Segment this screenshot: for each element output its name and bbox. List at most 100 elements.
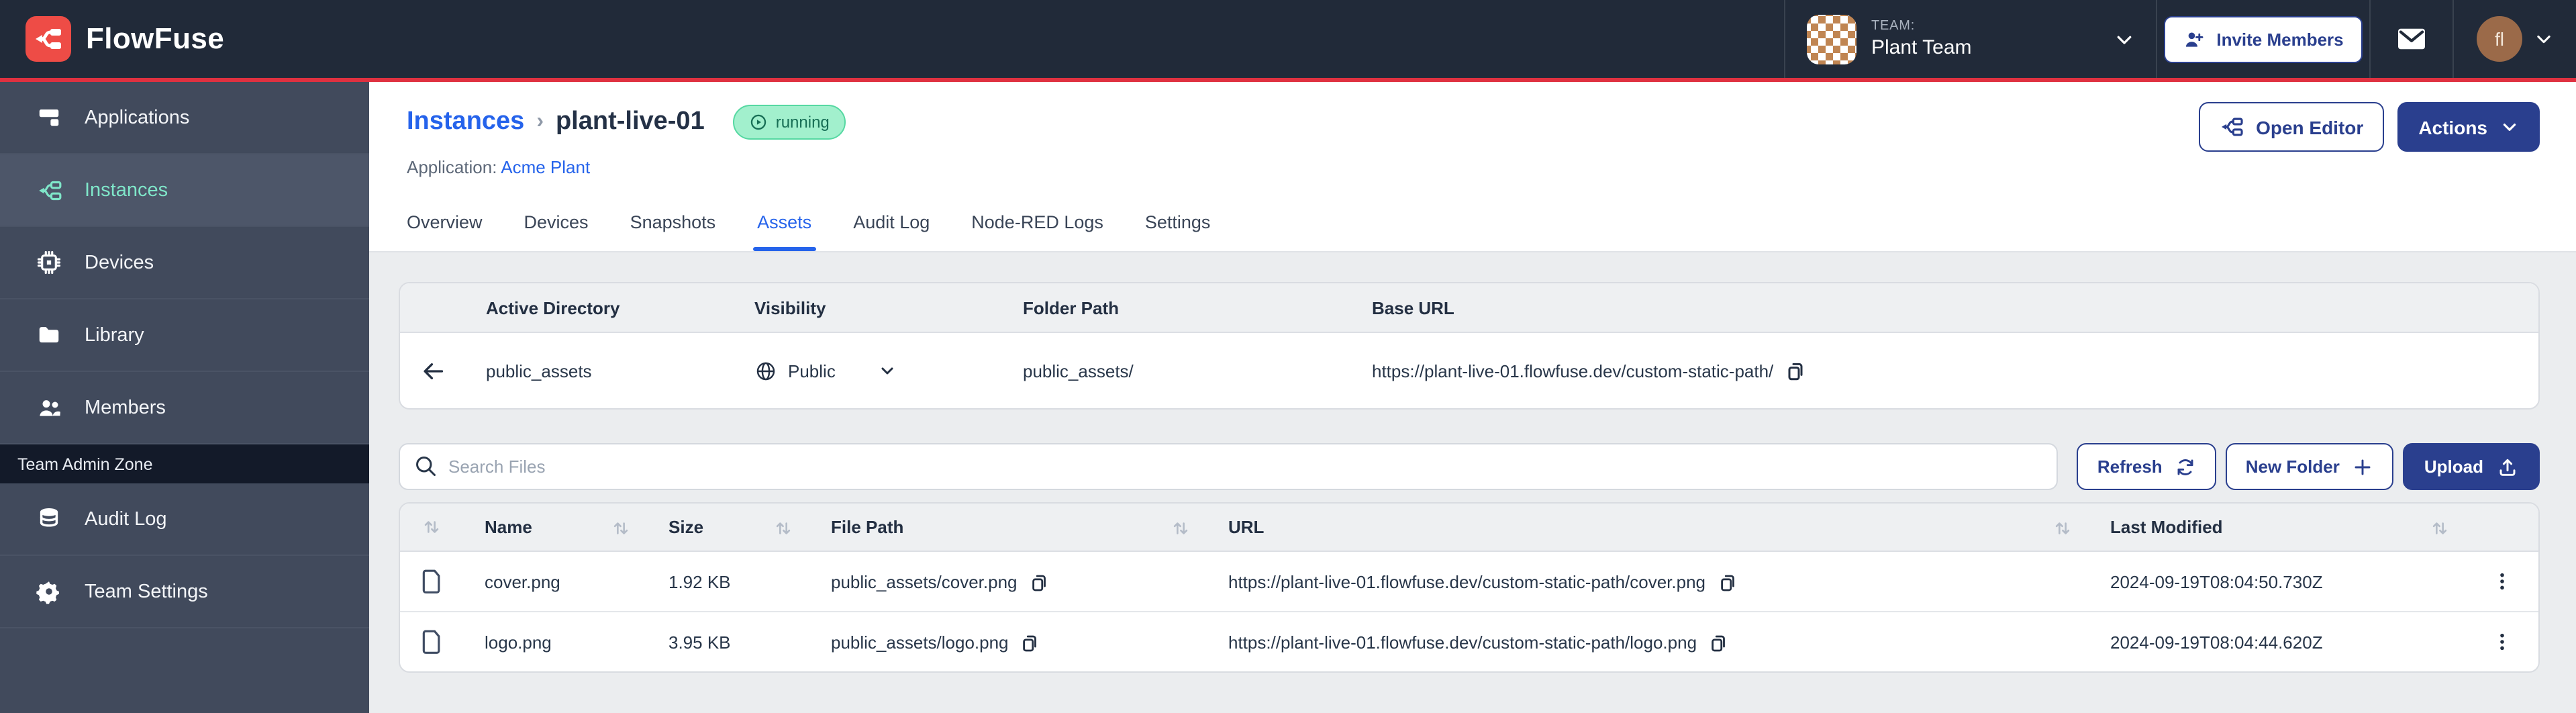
sort-header-size[interactable]: Size	[647, 504, 809, 551]
folder-icon	[36, 322, 62, 348]
file-last-modified: 2024-09-19T08:04:44.620Z	[2110, 632, 2323, 652]
invite-members-button[interactable]: Invite Members	[2164, 15, 2363, 62]
brand[interactable]: FlowFuse	[0, 16, 224, 62]
tab-snapshots[interactable]: Snapshots	[630, 212, 716, 251]
team-avatar	[1807, 14, 1856, 64]
tab-settings[interactable]: Settings	[1145, 212, 1211, 251]
row-menu-button[interactable]	[2466, 571, 2538, 592]
sort-header-name[interactable]: Name	[463, 504, 647, 551]
sort-header-url[interactable]: URL	[1207, 504, 2089, 551]
files-table-header: Name Size File Path URL Last Modified	[400, 504, 2538, 552]
sort-header-icon-col[interactable]	[400, 504, 463, 551]
sidebar-item-label: Team Settings	[85, 581, 208, 602]
team-admin-zone-label: Team Admin Zone	[0, 444, 369, 483]
search-box	[399, 443, 2059, 490]
team-name: Plant Team	[1871, 36, 1972, 59]
mail-icon	[2396, 26, 2427, 52]
sidebar-item-instances[interactable]: Instances	[0, 154, 369, 227]
status-badge: running	[732, 105, 846, 140]
copy-icon[interactable]	[1709, 632, 1729, 652]
copy-icon[interactable]	[1785, 360, 1807, 381]
copy-icon[interactable]	[1718, 571, 1738, 591]
file-name: logo.png	[485, 632, 552, 652]
sidebar-item-applications[interactable]: Applications	[0, 82, 369, 154]
tab-assets[interactable]: Assets	[753, 212, 815, 251]
actions-button[interactable]: Actions	[2397, 102, 2540, 152]
search-icon	[413, 454, 438, 478]
play-circle-icon	[749, 113, 768, 132]
col-base-url: Base URL	[1372, 297, 1454, 318]
kebab-icon	[2491, 571, 2513, 592]
directory-table-row: public_assets Public public_assets/ http…	[400, 333, 2538, 408]
file-path-cell: public_assets/logo.png	[809, 632, 1207, 652]
sidebar-item-members[interactable]: Members	[0, 372, 369, 444]
notifications-button[interactable]	[2369, 0, 2453, 78]
new-folder-button[interactable]: New Folder	[2225, 443, 2393, 490]
application-label: Application:	[407, 157, 497, 177]
file-icon	[400, 628, 463, 655]
file-name: cover.png	[485, 571, 560, 591]
flowfuse-logo-icon	[26, 16, 71, 62]
sidebar-item-audit-log[interactable]: Audit Log	[0, 483, 369, 556]
refresh-icon	[2175, 456, 2196, 477]
invite-members-label: Invite Members	[2216, 29, 2344, 49]
copy-icon[interactable]	[1030, 571, 1050, 591]
tab-devices[interactable]: Devices	[524, 212, 589, 251]
col-size-label: Size	[668, 517, 704, 537]
upload-button[interactable]: Upload	[2402, 443, 2540, 490]
back-arrow-button[interactable]	[400, 358, 464, 383]
team-meta: TEAM: Plant Team	[1871, 19, 1972, 60]
editor-fork-icon	[2218, 114, 2244, 140]
sort-icon	[1172, 519, 1189, 536]
header-actions-col	[2466, 504, 2538, 551]
breadcrumb: Instances › plant-live-01 running	[407, 105, 846, 140]
sidebar-item-team-settings[interactable]: Team Settings	[0, 556, 369, 628]
file-path-value: public_assets/logo.png	[831, 632, 1009, 652]
sort-header-last-modified[interactable]: Last Modified	[2089, 504, 2466, 551]
copy-icon[interactable]	[1021, 632, 1041, 652]
instances-icon	[36, 177, 62, 203]
tab-node-red-logs[interactable]: Node-RED Logs	[971, 212, 1103, 251]
status-badge-label: running	[775, 113, 830, 132]
file-url-value: https://plant-live-01.flowfuse.dev/custo…	[1228, 571, 1706, 591]
team-selector[interactable]: TEAM: Plant Team	[1784, 0, 2156, 78]
row-menu-button[interactable]	[2466, 631, 2538, 653]
team-label: TEAM:	[1871, 18, 1916, 34]
open-editor-button[interactable]: Open Editor	[2198, 102, 2384, 152]
col-last-modified-label: Last Modified	[2110, 517, 2223, 537]
col-visibility: Visibility	[754, 297, 826, 318]
user-plus-icon	[2183, 28, 2206, 50]
kebab-icon	[2491, 631, 2513, 653]
actions-label: Actions	[2418, 116, 2487, 138]
col-active-directory: Active Directory	[486, 297, 620, 318]
base-url-value: https://plant-live-01.flowfuse.dev/custo…	[1372, 361, 1774, 381]
gear-icon	[36, 579, 62, 604]
sidebar-item-devices[interactable]: Devices	[0, 227, 369, 299]
visibility-value: Public	[788, 361, 836, 381]
sidebar: Applications Instances Devices Library M…	[0, 82, 369, 713]
users-icon	[36, 394, 62, 421]
avatar: fl	[2477, 16, 2522, 62]
application-row: Application: Acme Plant	[407, 157, 590, 177]
sidebar-item-label: Library	[85, 324, 144, 346]
invite-section: Invite Members	[2156, 0, 2369, 78]
flowfuse-app: FlowFuse TEAM: Plant Team Invite Members…	[0, 0, 2576, 713]
sort-header-file-path[interactable]: File Path	[809, 504, 1207, 551]
user-menu[interactable]: fl	[2453, 0, 2576, 78]
main-area: Instances › plant-live-01 running Applic…	[369, 82, 2576, 713]
tab-audit-log[interactable]: Audit Log	[853, 212, 930, 251]
search-files-input[interactable]	[399, 443, 2059, 490]
plus-icon	[2352, 456, 2373, 477]
instance-name: plant-live-01	[555, 107, 705, 136]
sort-icon	[423, 518, 440, 536]
refresh-button[interactable]: Refresh	[2077, 443, 2216, 490]
upload-icon	[2497, 456, 2518, 477]
col-name-label: Name	[485, 517, 532, 537]
sidebar-item-library[interactable]: Library	[0, 299, 369, 372]
visibility-select[interactable]: Public	[733, 359, 1001, 382]
directory-table-header: Active Directory Visibility Folder Path …	[400, 283, 2538, 333]
breadcrumb-instances-link[interactable]: Instances	[407, 107, 524, 137]
application-link[interactable]: Acme Plant	[501, 157, 590, 177]
globe-icon	[754, 359, 777, 382]
tab-overview[interactable]: Overview	[407, 212, 483, 251]
